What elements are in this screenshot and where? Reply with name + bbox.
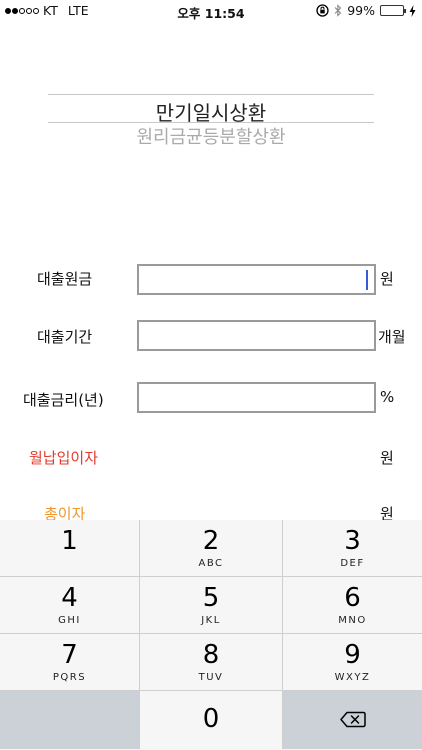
battery-percent: 99% [347, 3, 375, 18]
charging-icon [409, 4, 416, 17]
key-digit: 2 [202, 526, 220, 556]
key-letters: ABC [198, 558, 224, 569]
key-5[interactable]: 5 JKL [140, 577, 283, 634]
key-2[interactable]: 2 ABC [140, 520, 283, 577]
key-letters: DEF [340, 558, 365, 569]
text-caret [366, 270, 368, 290]
picker-next-option[interactable]: 원리금균등분할상환 [48, 123, 374, 149]
key-3[interactable]: 3 DEF [283, 520, 422, 577]
status-bar: KT LTE 오후 11:54 99% [0, 0, 422, 22]
rate-label: 대출금리(년) [23, 391, 104, 409]
monthly-interest-unit: 원 [380, 449, 394, 467]
key-digit: 7 [61, 640, 78, 670]
rate-unit: % [380, 388, 395, 406]
key-letters: JKL [201, 615, 221, 626]
key-1[interactable]: 1 [0, 520, 140, 577]
orientation-lock-icon [316, 4, 329, 17]
period-input[interactable] [137, 320, 376, 351]
status-right: 99% [316, 3, 416, 18]
key-4[interactable]: 4 GHI [0, 577, 140, 634]
numeric-keypad: 1 2 ABC 3 DEF 4 GHI 5 JKL 6 MNO 7 PQRS 8… [0, 520, 422, 750]
battery-icon [380, 5, 406, 16]
key-digit: 9 [344, 640, 361, 670]
key-letters: MNO [338, 615, 367, 626]
key-digit: 1 [61, 526, 78, 556]
delete-key[interactable] [283, 691, 422, 749]
principal-unit: 원 [380, 270, 394, 288]
key-digit: 5 [202, 583, 220, 613]
principal-input[interactable] [137, 264, 376, 295]
repayment-method-picker[interactable]: 만기일시상환 원리금균등분할상환 [48, 94, 374, 148]
rate-input[interactable] [137, 382, 376, 413]
backspace-icon [339, 711, 366, 728]
principal-label: 대출원금 [37, 270, 93, 288]
key-letters: WXYZ [334, 672, 371, 683]
key-blank [0, 691, 140, 749]
key-letters: GHI [58, 615, 81, 626]
key-6[interactable]: 6 MNO [283, 577, 422, 634]
key-digit: 3 [344, 526, 361, 556]
key-0[interactable]: 0 [140, 691, 283, 749]
picker-top-line [48, 94, 374, 95]
key-digit: 0 [202, 704, 220, 734]
key-8[interactable]: 8 TUV [140, 634, 283, 691]
key-digit: 8 [202, 640, 220, 670]
key-9[interactable]: 9 WXYZ [283, 634, 422, 691]
monthly-interest-label: 월납입이자 [29, 449, 99, 467]
bluetooth-icon [334, 4, 342, 17]
period-label: 대출기간 [37, 328, 93, 346]
period-unit: 개월 [378, 328, 406, 346]
key-7[interactable]: 7 PQRS [0, 634, 140, 691]
key-digit: 4 [61, 583, 78, 613]
key-letters: TUV [198, 672, 224, 683]
key-letters: PQRS [52, 672, 87, 683]
key-digit: 6 [344, 583, 361, 613]
